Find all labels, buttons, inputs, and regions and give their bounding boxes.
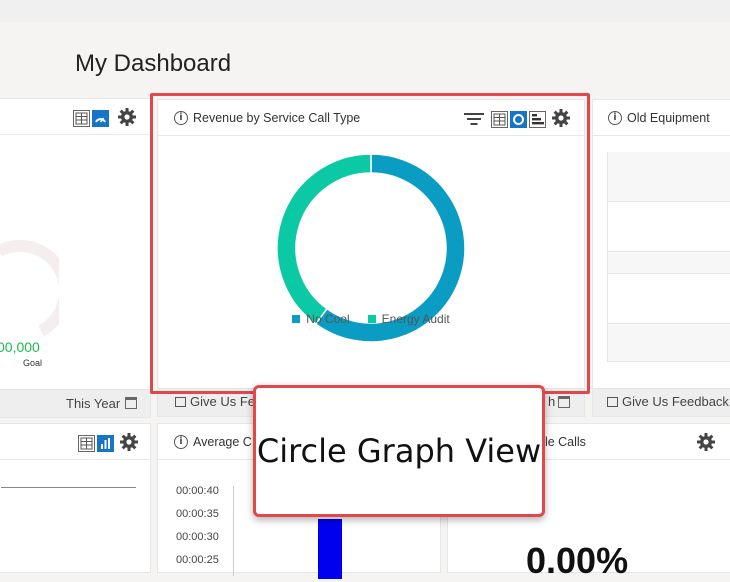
settings-gear-icon[interactable]	[119, 432, 139, 452]
equipment-table	[607, 152, 730, 362]
table-row	[608, 252, 730, 274]
calendar-icon[interactable]	[125, 397, 137, 409]
card-footer: Give Us Feedback	[593, 388, 730, 416]
y-axis: 00:00:40 00:00:35 00:00:30 00:00:25	[176, 480, 219, 572]
settings-gear-icon[interactable]	[696, 432, 716, 452]
info-icon[interactable]: i	[608, 111, 622, 125]
y-tick-label: 00:00:40	[176, 485, 219, 497]
old-equipment-card: i Old Equipment Give Us Feedback	[592, 99, 730, 417]
settings-gear-icon[interactable]	[117, 107, 137, 127]
feedback-link[interactable]: Give Us Fe	[190, 394, 255, 409]
bar-chart-icon	[97, 434, 114, 452]
y-axis-line	[233, 486, 234, 576]
table-row	[608, 152, 730, 202]
calendar-icon[interactable]	[558, 396, 570, 408]
feedback-link[interactable]: Give Us Feedback	[622, 394, 729, 409]
goal-value: 00,000	[0, 339, 40, 355]
gauge-view-button[interactable]	[92, 109, 109, 127]
feedback-icon[interactable]	[607, 397, 618, 407]
table-row	[608, 324, 730, 362]
table-view-button[interactable]	[78, 434, 95, 452]
y-tick-label: 00:00:25	[176, 554, 219, 566]
feedback-icon[interactable]	[175, 397, 186, 407]
y-tick-label: 00:00:30	[176, 531, 219, 543]
top-bar	[0, 0, 730, 22]
page-title: My Dashboard	[75, 50, 232, 77]
bottom-left-card	[0, 423, 151, 573]
card-title: Old Equipment	[627, 111, 710, 125]
gauge-icon	[92, 109, 109, 127]
table-icon	[78, 434, 95, 452]
kpi-value: 0.00%	[526, 540, 629, 581]
card-title: ble Calls	[538, 435, 586, 449]
goal-gauge-card: 00,000 Goal This Year	[0, 98, 151, 418]
table-row	[608, 202, 730, 252]
bar-chart-view-button[interactable]	[97, 434, 114, 452]
table-row	[608, 274, 730, 324]
y-tick-label: 00:00:35	[176, 508, 219, 520]
card-header: i Old Equipment	[593, 100, 730, 136]
card-header	[0, 99, 150, 135]
card-footer: This Year	[0, 389, 150, 417]
card-header	[0, 424, 150, 460]
date-range-label[interactable]: This Year	[66, 396, 120, 411]
date-range-label[interactable]: h	[548, 394, 555, 409]
chart-baseline	[1, 487, 136, 488]
table-icon	[73, 109, 90, 127]
info-icon[interactable]: i	[174, 435, 188, 449]
card-title: Average C	[193, 435, 252, 449]
gauge-arc	[0, 239, 59, 337]
goal-label: Goal	[23, 358, 43, 368]
highlight-frame	[150, 93, 590, 394]
table-view-button[interactable]	[73, 109, 90, 127]
chart-bar[interactable]	[318, 519, 342, 579]
callout-label: Circle Graph View	[253, 385, 545, 517]
